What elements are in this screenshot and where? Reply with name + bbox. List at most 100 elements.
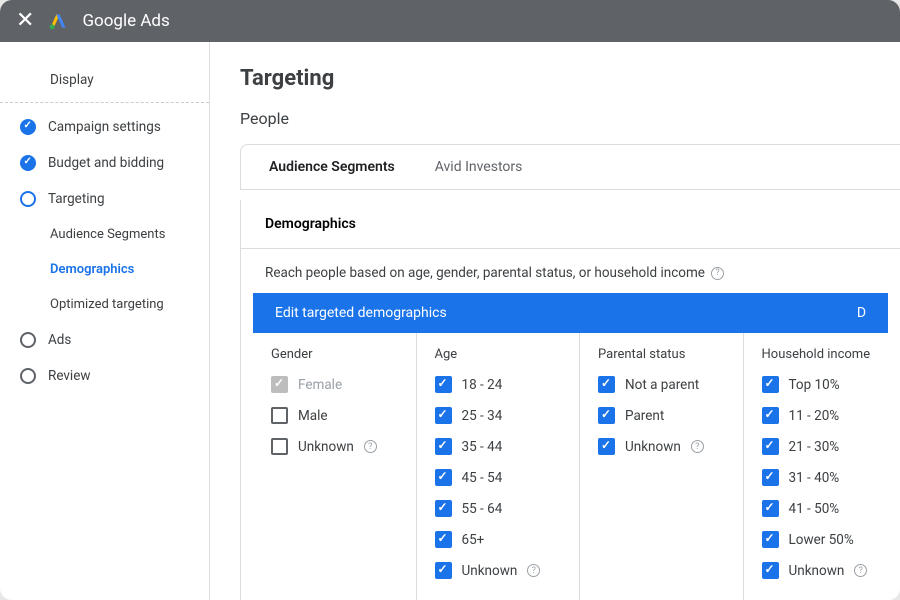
demographic-option[interactable]: 25 - 34 [435,407,562,424]
sidebar-display[interactable]: Display [0,62,209,103]
option-label: 65+ [462,532,485,548]
sidebar-item-ads[interactable]: Ads [0,322,209,358]
checkbox-icon[interactable] [598,438,615,455]
checkbox-icon[interactable] [762,469,779,486]
option-label: Unknown [298,439,354,455]
demographic-option[interactable]: Not a parent [598,376,725,393]
checkbox-icon[interactable] [762,407,779,424]
sidebar-item-label: Review [48,368,91,384]
sidebar-item-campaign-settings[interactable]: Campaign settings [0,109,209,145]
demographic-option[interactable]: Top 10% [762,376,889,393]
checkbox-icon[interactable] [271,376,288,393]
sidebar-sub-label: Demographics [50,262,134,277]
demographic-option[interactable]: 55 - 64 [435,500,562,517]
edit-demographics-bar[interactable]: Edit targeted demographics D [253,293,888,333]
option-label: Unknown [789,563,845,579]
demographic-option[interactable]: 31 - 40% [762,469,889,486]
demographic-option[interactable]: Lower 50% [762,531,889,548]
checkbox-icon[interactable] [435,500,452,517]
checkbox-icon[interactable] [762,376,779,393]
page-title: Targeting [240,66,900,91]
column-header: Parental status [598,347,725,362]
demographic-option[interactable]: Unknown? [271,438,398,455]
sidebar-item-budget-bidding[interactable]: Budget and bidding [0,145,209,181]
demographic-option[interactable]: Male [271,407,398,424]
checkbox-icon[interactable] [271,438,288,455]
sidebar-sub-label: Optimized targeting [50,297,164,312]
check-circle-icon [20,155,36,171]
current-ring-icon [20,191,36,207]
option-label: Not a parent [625,377,699,393]
demographic-option[interactable]: 35 - 44 [435,438,562,455]
option-label: 35 - 44 [462,439,503,455]
empty-circle-icon [20,332,36,348]
section-subtitle: People [240,109,900,128]
demographics-column: Age 18 - 24 25 - 34 35 - 44 45 - 54 55 - 64 65… [417,333,581,600]
column-header: Gender [271,347,398,362]
tab-avid-investors[interactable]: Avid Investors [435,159,523,175]
demographic-option[interactable]: Parent [598,407,725,424]
option-label: 41 - 50% [789,501,840,517]
checkbox-icon[interactable] [762,438,779,455]
column-header: Age [435,347,562,362]
option-label: Female [298,377,342,393]
demographic-option[interactable]: Female [271,376,398,393]
checkbox-icon[interactable] [598,376,615,393]
checkbox-icon[interactable] [598,407,615,424]
tab-audience-segments[interactable]: Audience Segments [269,159,395,175]
sidebar-sub-audience-segments[interactable]: Audience Segments [0,217,209,252]
checkbox-icon[interactable] [762,531,779,548]
sidebar-item-review[interactable]: Review [0,358,209,394]
help-icon[interactable]: ? [527,564,540,577]
help-icon[interactable]: ? [691,440,704,453]
checkbox-icon[interactable] [435,407,452,424]
demographics-heading: Demographics [241,200,900,249]
sidebar-sub-optimized-targeting[interactable]: Optimized targeting [0,287,209,322]
option-label: 25 - 34 [462,408,503,424]
edit-demographics-label: Edit targeted demographics [275,305,447,321]
empty-circle-icon [20,368,36,384]
checkbox-icon[interactable] [271,407,288,424]
sidebar-sub-label: Audience Segments [50,227,165,242]
demographic-option[interactable]: Unknown? [762,562,889,579]
app-title: Google Ads [82,11,169,31]
checkbox-icon[interactable] [435,469,452,486]
option-label: 21 - 30% [789,439,840,455]
sidebar-item-targeting[interactable]: Targeting [0,181,209,217]
demographic-option[interactable]: 45 - 54 [435,469,562,486]
sidebar-item-label: Targeting [48,191,105,207]
checkbox-icon[interactable] [762,500,779,517]
help-icon[interactable]: ? [364,440,377,453]
demographic-option[interactable]: 41 - 50% [762,500,889,517]
demographic-option[interactable]: 18 - 24 [435,376,562,393]
sidebar-display-label: Display [50,72,94,88]
option-label: Lower 50% [789,532,854,548]
checkbox-icon[interactable] [435,531,452,548]
sidebar-item-label: Ads [48,332,71,348]
demographic-option[interactable]: 21 - 30% [762,438,889,455]
option-label: 55 - 64 [462,501,503,517]
option-label: Parent [625,408,664,424]
demographic-option[interactable]: Unknown? [598,438,725,455]
sidebar-sub-demographics[interactable]: Demographics [0,252,209,287]
help-icon[interactable]: ? [711,267,724,280]
option-label: 45 - 54 [462,470,503,486]
option-label: Unknown [625,439,681,455]
google-ads-logo-icon [48,11,68,31]
option-label: 11 - 20% [789,408,840,424]
checkbox-icon[interactable] [435,376,452,393]
demographics-description: Reach people based on age, gender, paren… [241,249,900,293]
main-content: Targeting People Audience Segments Avid … [210,42,900,600]
demographic-option[interactable]: 65+ [435,531,562,548]
demographics-column: Household income Top 10% 11 - 20% 21 - 30% 3… [744,333,889,600]
demographics-columns: Gender Female Male Unknown? Age 18 - 24 25 - 3… [241,333,900,600]
demographic-option[interactable]: Unknown? [435,562,562,579]
close-icon[interactable]: ✕ [16,10,34,32]
body: Display Campaign settings Budget and bid… [0,42,900,600]
checkbox-icon[interactable] [435,562,452,579]
checkbox-icon[interactable] [435,438,452,455]
demographic-option[interactable]: 11 - 20% [762,407,889,424]
help-icon[interactable]: ? [854,564,867,577]
column-header: Household income [762,347,889,362]
checkbox-icon[interactable] [762,562,779,579]
